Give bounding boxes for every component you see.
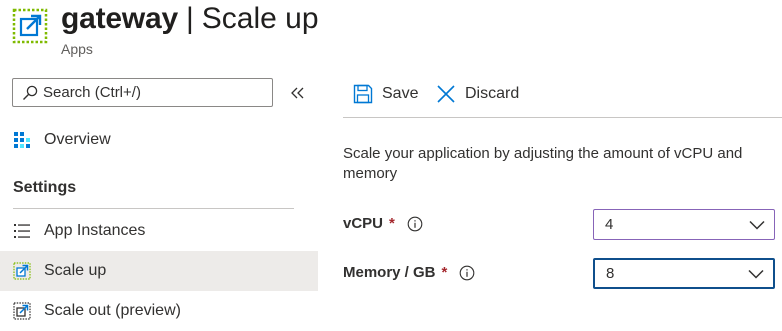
close-icon [437,85,455,103]
double-chevron-left-icon [291,87,304,99]
sidebar-item-scale-out[interactable]: Scale out (preview) [0,291,318,331]
title-separator: | [186,2,194,35]
discard-label: Discard [465,85,520,102]
save-button[interactable]: Save [353,80,418,108]
scale-up-icon [13,262,31,280]
vcpu-selected-value: 4 [605,216,614,233]
save-icon [353,84,373,104]
memory-dropdown[interactable]: 8 [593,258,775,289]
required-marker: * [389,215,395,232]
required-marker: * [441,264,448,281]
section-divider [13,208,294,209]
collapse-sidebar-button[interactable] [288,82,308,104]
scale-description: Scale your application by adjusting the … [343,145,743,182]
info-icon[interactable] [459,265,475,281]
grid-icon [14,132,30,148]
toolbar-divider [343,117,782,118]
sidebar-item-label: App Instances [44,222,146,239]
sidebar-item-scale-up[interactable]: Scale up [0,251,318,291]
memory-label: Memory / GB [343,264,436,281]
app-scale-up-icon [12,8,48,44]
list-icon [14,224,30,238]
chevron-down-icon [748,269,764,279]
vcpu-field-label: vCPU * [343,215,423,232]
search-box[interactable] [12,78,273,107]
search-input[interactable] [43,84,263,101]
settings-section-header: Settings [13,179,77,196]
blade-title: Scale up [201,2,319,35]
vcpu-label: vCPU [343,215,384,232]
sidebar-item-overview[interactable]: Overview [0,120,318,160]
memory-field-label: Memory / GB * [343,264,475,281]
save-label: Save [382,85,419,102]
sidebar-item-label: Scale out (preview) [44,302,181,319]
memory-selected-value: 8 [606,265,615,282]
discard-button[interactable]: Discard [436,80,519,108]
sidebar-item-label: Scale up [44,262,107,279]
page-title: gateway | Scale up [61,2,319,36]
search-icon [23,85,38,100]
vcpu-dropdown[interactable]: 4 [593,209,775,240]
chevron-down-icon [749,220,765,230]
sidebar-item-label: Overview [44,131,111,148]
sidebar-item-app-instances[interactable]: App Instances [0,211,318,251]
resource-type-subtitle: Apps [61,41,93,57]
scale-out-icon [13,302,31,320]
resource-name: gateway [61,2,178,35]
info-icon[interactable] [407,216,423,232]
